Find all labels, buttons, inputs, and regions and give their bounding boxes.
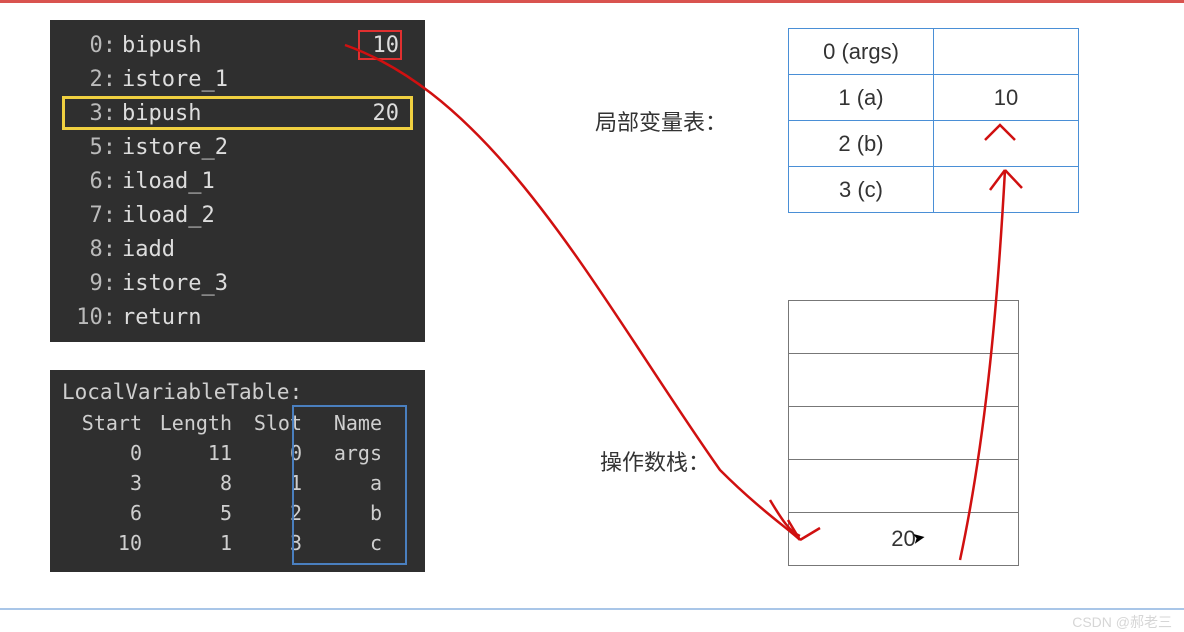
bytecode-instruction: bipush	[122, 33, 349, 58]
bytecode-instruction: istore_2	[122, 135, 349, 160]
lvt-start: 6	[62, 501, 142, 525]
stack-row: 20	[789, 513, 1019, 566]
bytecode-line: 3:bipush20	[62, 96, 413, 130]
locals-row: 1 (a)10	[789, 75, 1079, 121]
stack-row	[789, 354, 1019, 407]
operand-red-highlight	[358, 30, 402, 60]
lvt-title: LocalVariableTable:	[62, 380, 413, 404]
lvt-header-slot: Slot	[232, 411, 302, 435]
bytecode-offset: 9:	[66, 271, 116, 296]
bytecode-line: 2:istore_1	[62, 62, 413, 96]
lvt-row: 0110args	[62, 438, 413, 468]
bytecode-offset: 6:	[66, 169, 116, 194]
lvt-slot: 3	[232, 531, 302, 555]
lvt-name: b	[302, 501, 382, 525]
lvt-name: args	[302, 441, 382, 465]
bytecode-instruction: iadd	[122, 237, 349, 262]
stack-row	[789, 301, 1019, 354]
bytecode-line: 7:iload_2	[62, 198, 413, 232]
bytecode-instruction: return	[122, 305, 349, 330]
bytecode-offset: 2:	[66, 67, 116, 92]
bytecode-panel: 0:bipush102:istore_13:bipush205:istore_2…	[50, 20, 425, 342]
operand-stack: 20	[788, 300, 1019, 566]
lvt-row: 652b	[62, 498, 413, 528]
bytecode-instruction: istore_1	[122, 67, 349, 92]
accent-top-border	[0, 0, 1184, 3]
lvt-start: 3	[62, 471, 142, 495]
lvt-header-start: Start	[62, 411, 142, 435]
lvt-header-length: Length	[142, 411, 232, 435]
locals-slot: 2 (b)	[789, 121, 934, 167]
stack-row	[789, 407, 1019, 460]
locals-row: 2 (b)	[789, 121, 1079, 167]
lvt-length: 8	[142, 471, 232, 495]
locals-row: 3 (c)	[789, 167, 1079, 213]
lvt-start: 0	[62, 441, 142, 465]
bytecode-offset: 5:	[66, 135, 116, 160]
operand-stack-label: 操作数栈：	[600, 445, 710, 477]
bytecode-instruction: iload_1	[122, 169, 349, 194]
lvt-length: 5	[142, 501, 232, 525]
locals-label: 局部变量表：	[595, 105, 727, 137]
watermark: CSDN @郝老三	[1072, 612, 1172, 632]
accent-bottom-border	[0, 608, 1184, 610]
bytecode-instruction: istore_3	[122, 271, 349, 296]
lvt-row: 1013c	[62, 528, 413, 558]
locals-slot: 0 (args)	[789, 29, 934, 75]
lvt-header-name: Name	[302, 411, 382, 435]
bytecode-instruction: iload_2	[122, 203, 349, 228]
locals-row: 0 (args)	[789, 29, 1079, 75]
bytecode-offset: 8:	[66, 237, 116, 262]
local-variable-metadata-panel: LocalVariableTable: Start Length Slot Na…	[50, 370, 425, 572]
bytecode-operand: 20	[349, 101, 409, 126]
stack-row	[789, 460, 1019, 513]
bytecode-line: 9:istore_3	[62, 266, 413, 300]
locals-table: 0 (args)1 (a)102 (b)3 (c)	[788, 28, 1079, 213]
bytecode-line: 10:return	[62, 300, 413, 334]
bytecode-line: 6:iload_1	[62, 164, 413, 198]
lvt-length: 1	[142, 531, 232, 555]
locals-slot: 1 (a)	[789, 75, 934, 121]
bytecode-line: 5:istore_2	[62, 130, 413, 164]
bytecode-line: 8:iadd	[62, 232, 413, 266]
lvt-name: a	[302, 471, 382, 495]
lvt-slot: 0	[232, 441, 302, 465]
locals-value: 10	[934, 75, 1079, 121]
stack-cell	[789, 301, 1019, 354]
stack-cell	[789, 407, 1019, 460]
bytecode-instruction: bipush	[122, 101, 349, 126]
bytecode-offset: 0:	[66, 33, 116, 58]
locals-slot: 3 (c)	[789, 167, 934, 213]
lvt-header-row: Start Length Slot Name	[62, 408, 413, 438]
lvt-slot: 1	[232, 471, 302, 495]
locals-value	[934, 121, 1079, 167]
bytecode-line: 0:bipush10	[62, 28, 413, 62]
bytecode-offset: 3:	[66, 101, 116, 126]
stack-cell	[789, 354, 1019, 407]
stack-cell: 20	[789, 513, 1019, 566]
locals-value	[934, 167, 1079, 213]
lvt-name: c	[302, 531, 382, 555]
lvt-start: 10	[62, 531, 142, 555]
bytecode-offset: 10:	[66, 305, 116, 330]
locals-value	[934, 29, 1079, 75]
stack-cell	[789, 460, 1019, 513]
bytecode-offset: 7:	[66, 203, 116, 228]
lvt-slot: 2	[232, 501, 302, 525]
lvt-length: 11	[142, 441, 232, 465]
lvt-row: 381a	[62, 468, 413, 498]
